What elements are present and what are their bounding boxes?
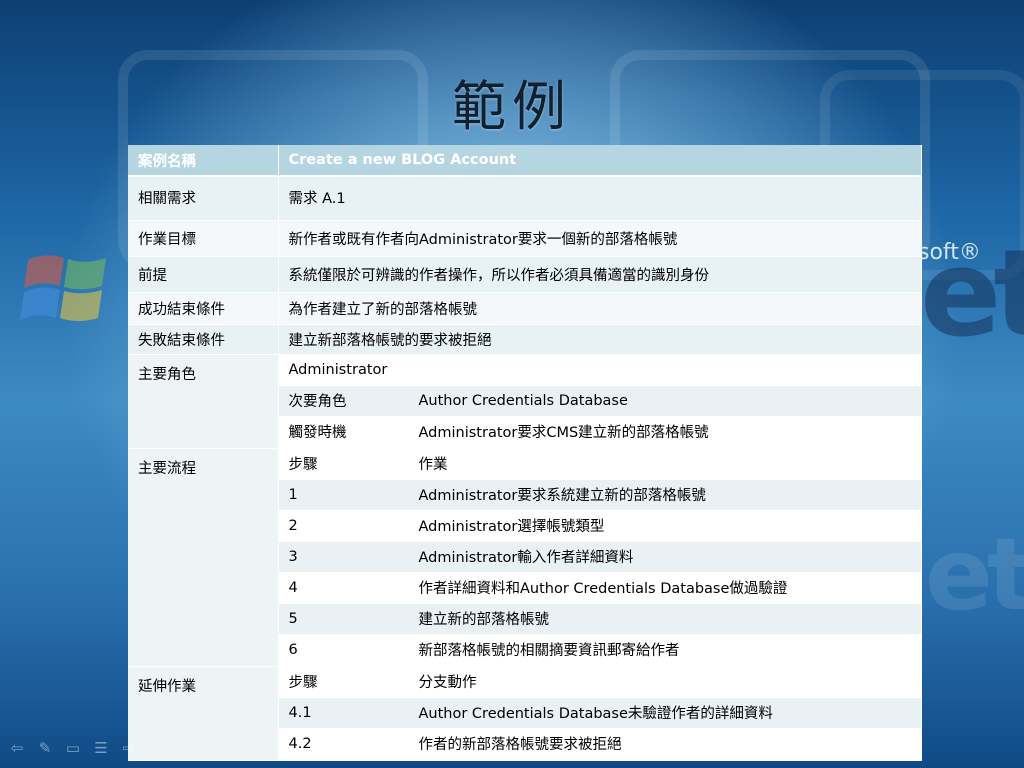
flow-step-row: 2 Administrator選擇帳號類型 [278,510,920,542]
arrow-right-icon[interactable]: ⇨ [120,740,138,756]
primary-actor-row: Administrator [278,354,920,386]
step-action: Author Credentials Database未驗證作者的詳細資料 [408,697,920,729]
header-label-cell: 案例名稱 [128,145,279,177]
extensions-header: 步驟 分支動作 [278,666,920,698]
row-label: 失敗結束條件 [128,324,279,355]
flow-step-row: 1 Administrator要求系統建立新的部落格帳號 [278,479,920,511]
header-value-cell: Create a new BLOG Account [278,145,922,177]
step-number: 4.1 [278,697,409,729]
arrow-left-icon[interactable]: ⇦ [8,740,26,756]
extensions-label: 延伸作業 [128,666,279,761]
actor-detail-key: 次要角色 [278,385,409,417]
flow-step-row: 4 作者詳細資料和Author Credentials Database做過驗證 [278,572,920,604]
row-value: 為作者建立了新的部落格帳號 [278,292,922,325]
table-row: 成功結束條件 為作者建立了新的部落格帳號 [128,292,922,325]
step-number: 6 [278,634,409,665]
extension-step-row: 4.2 作者的新部落格帳號要求被拒絕 [278,728,920,759]
step-action: 新部落格帳號的相關摘要資訊郵寄給作者 [408,634,920,665]
step-number: 2 [278,510,409,542]
actor-detail-value: Author Credentials Database [408,385,920,417]
branch-action-column-header: 分支動作 [408,666,920,698]
main-flow-subtable: 步驟 作業 1 Administrator要求系統建立新的部落格帳號 2 Adm… [278,448,920,665]
row-label: 成功結束條件 [128,292,279,325]
step-number: 4 [278,572,409,604]
pen-icon[interactable]: ✎ [36,740,54,756]
row-value: 新作者或既有作者向Administrator要求一個新的部落格帳號 [278,220,922,257]
flow-step-row: 3 Administrator輸入作者詳細資料 [278,541,920,573]
menu-icon[interactable]: ☰ [92,740,110,756]
row-value: 需求 A.1 [278,176,922,221]
actor-section-content: Administrator 次要角色 Author Credentials Da… [278,354,922,449]
eraser-icon[interactable]: ▭ [64,740,82,756]
flow-step-row: 5 建立新的部落格帳號 [278,603,920,635]
table-row: 相關需求 需求 A.1 [128,176,922,221]
actor-detail-key: 觸發時機 [278,416,409,447]
table-row: 作業目標 新作者或既有作者向Administrator要求一個新的部落格帳號 [128,220,922,257]
actor-detail-row: 次要角色 Author Credentials Database [278,385,920,417]
main-flow-content: 步驟 作業 1 Administrator要求系統建立新的部落格帳號 2 Adm… [278,448,922,667]
actor-section-row: 主要角色 Administrator 次要角色 Author Credentia… [128,354,922,449]
row-value: 建立新部落格帳號的要求被拒絕 [278,324,922,355]
extension-step-row: 4.1 Author Credentials Database未驗證作者的詳細資… [278,697,920,729]
main-flow-header: 步驟 作業 [278,448,920,480]
row-label: 前提 [128,256,279,293]
row-value: 系統僅限於可辨識的作者操作，所以作者必須具備適當的識別身份 [278,256,922,293]
table-row: 失敗結束條件 建立新部落格帳號的要求被拒絕 [128,324,922,355]
primary-actor-value: Administrator [278,354,920,386]
step-number: 1 [278,479,409,511]
extensions-row: 延伸作業 步驟 分支動作 4.1 Author Credentials Data… [128,666,922,761]
row-label: 相關需求 [128,176,279,221]
step-column-header: 步驟 [278,448,409,480]
row-label: 作業目標 [128,220,279,257]
extensions-subtable: 步驟 分支動作 4.1 Author Credentials Database未… [278,666,920,759]
actor-detail-value: Administrator要求CMS建立新的部落格帳號 [408,416,920,447]
actor-subtable: Administrator 次要角色 Author Credentials Da… [278,354,920,447]
step-action: Administrator選擇帳號類型 [408,510,920,542]
step-action: Administrator要求系統建立新的部落格帳號 [408,479,920,511]
background-brand-big-text: et [920,225,1024,364]
step-number: 4.2 [278,728,409,759]
flow-step-row: 6 新部落格帳號的相關摘要資訊郵寄給作者 [278,634,920,665]
table-header-row: 案例名稱 Create a new BLOG Account [128,145,922,177]
background-brand-text: soft® [918,240,981,265]
step-column-header: 步驟 [278,666,409,698]
step-action: Administrator輸入作者詳細資料 [408,541,920,573]
action-column-header: 作業 [408,448,920,480]
actor-detail-row: 觸發時機 Administrator要求CMS建立新的部落格帳號 [278,416,920,447]
main-flow-row: 主要流程 步驟 作業 1 Administrator要求系統建立新的部落格帳號 … [128,448,922,667]
main-flow-label: 主要流程 [128,448,279,667]
step-action: 作者詳細資料和Author Credentials Database做過驗證 [408,572,920,604]
step-number: 3 [278,541,409,573]
use-case-table: 案例名稱 Create a new BLOG Account 相關需求 需求 A… [128,145,922,761]
step-action: 建立新的部落格帳號 [408,603,920,635]
step-number: 5 [278,603,409,635]
windows-logo-icon [20,255,106,321]
slide-nav-bar: ⇦ ✎ ▭ ☰ ⇨ [8,740,138,758]
actor-section-label: 主要角色 [128,354,279,449]
slide-title: 範例 [452,75,572,138]
table-row: 前提 系統僅限於可辨識的作者操作，所以作者必須具備適當的識別身份 [128,256,922,293]
extensions-content: 步驟 分支動作 4.1 Author Credentials Database未… [278,666,922,761]
background-brand-reflection: et [925,516,1024,633]
step-action: 作者的新部落格帳號要求被拒絕 [408,728,920,759]
